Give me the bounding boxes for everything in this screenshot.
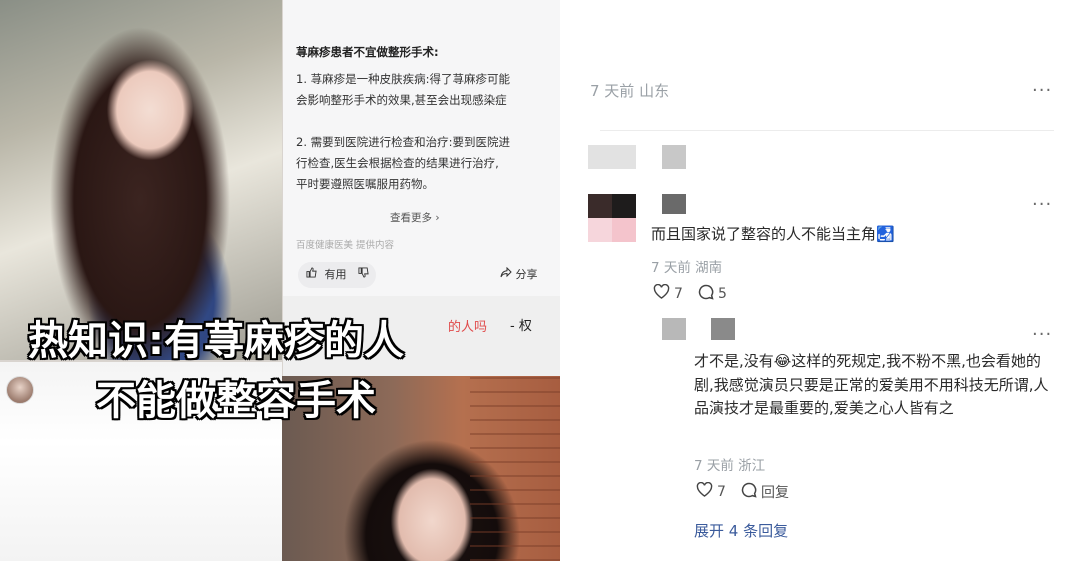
like-button[interactable]: 7 <box>696 481 726 501</box>
article-heading: 荨麻疹患者不宜做整形手术: <box>296 45 439 59</box>
divider <box>600 130 1054 131</box>
reply-text: 才不是,没有😂这样的死规定,我不粉不黑,也会看她的剧,我感觉演员只要是正常的爱美… <box>694 352 1049 417</box>
username[interactable] <box>711 318 735 340</box>
comment-meta: 7 天前 湖南 <box>651 260 723 276</box>
article-source: 百度健康医美 提供内容 <box>296 240 395 251</box>
more-icon[interactable]: ··· <box>1032 324 1052 345</box>
like-count: 7 <box>717 483 726 500</box>
post-meta: 7 天前 山东 <box>590 82 670 100</box>
partial-text-red: 的人吗 <box>448 320 488 335</box>
like-count: 7 <box>674 285 683 302</box>
article-line: 会影响整形手术的效果,甚至会出现感染症 <box>296 93 507 107</box>
avatar[interactable] <box>588 145 636 169</box>
more-icon[interactable]: ··· <box>1032 194 1052 215</box>
post-image-collage[interactable]: 荨麻疹患者不宜做整形手术: 1. 荨麻疹是一种皮肤疾病:得了荨麻疹可能 会影响整… <box>0 0 560 561</box>
reply-count: 5 <box>718 286 727 302</box>
article-line: 2. 需要到医院进行检查和治疗:要到医院进 <box>296 135 511 149</box>
useful-label: 有用 <box>324 268 347 281</box>
read-more-link: 查看更多 › <box>390 212 440 224</box>
avatar[interactable] <box>588 194 636 218</box>
caption-line-2: 不能做整容手术 <box>96 378 376 424</box>
caption-line-1: 热知识:有荨麻疹的人 <box>28 318 404 364</box>
heart-icon <box>696 481 713 501</box>
article-line: 行检查,医生会根据检查的结果进行治疗, <box>296 156 499 170</box>
username[interactable] <box>662 194 686 214</box>
comment-icon <box>698 284 714 304</box>
article-line: 平时要遵照医嘱服用药物。 <box>296 177 434 191</box>
expand-replies-link[interactable]: 展开 4 条回复 <box>694 520 788 541</box>
avatar <box>6 376 34 404</box>
thumb-up-icon <box>306 267 321 281</box>
avatar-decoration <box>588 218 636 242</box>
article-line: 1. 荨麻疹是一种皮肤疾病:得了荨麻疹可能 <box>296 72 511 86</box>
partial-text: - 权 <box>510 319 532 334</box>
more-icon[interactable]: ··· <box>1032 80 1052 101</box>
brick-wall-texture <box>470 376 560 561</box>
comment-icon <box>741 482 757 502</box>
reply-button[interactable]: 回复 <box>741 482 789 502</box>
reply-meta: 7 天前 浙江 <box>694 458 766 474</box>
share-button: 分享 <box>500 262 538 288</box>
share-icon <box>500 266 516 281</box>
reply-button[interactable]: 5 <box>698 284 727 304</box>
avatar[interactable] <box>662 318 686 340</box>
share-label: 分享 <box>515 268 538 281</box>
thumb-down-icon <box>358 267 369 281</box>
article-line <box>296 111 546 132</box>
heart-icon <box>653 283 670 303</box>
article-body: 荨麻疹患者不宜做整形手术: 1. 荨麻疹是一种皮肤疾病:得了荨麻疹可能 会影响整… <box>296 42 546 195</box>
useful-button: 有用 <box>298 262 376 288</box>
comment-text: 而且国家说了整容的人不能当主角🛃 <box>651 225 895 243</box>
reply-label: 回复 <box>761 485 789 501</box>
username[interactable] <box>662 145 686 169</box>
like-button[interactable]: 7 <box>653 283 683 303</box>
portrait-photo-top <box>0 0 282 360</box>
